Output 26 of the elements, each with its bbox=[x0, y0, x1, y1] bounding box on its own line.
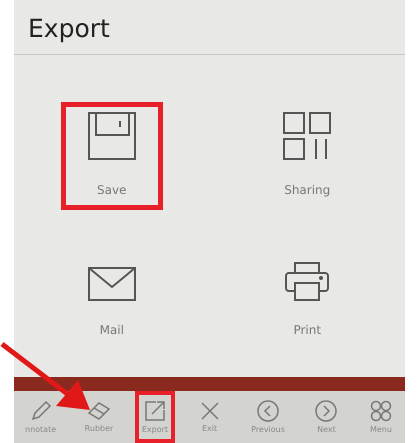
option-label: Sharing bbox=[284, 183, 330, 197]
printer-icon bbox=[285, 261, 330, 301]
close-icon bbox=[200, 401, 220, 421]
option-label: Mail bbox=[100, 323, 124, 337]
eraser-icon bbox=[86, 401, 111, 421]
option-label: Save bbox=[97, 183, 126, 197]
toolbar-button[interactable]: Export bbox=[134, 391, 176, 443]
pencil-icon bbox=[30, 400, 52, 422]
toolbar-button[interactable]: nnotate bbox=[18, 391, 64, 443]
toolbar-button[interactable]: Previous bbox=[244, 391, 292, 443]
export-option[interactable]: Sharing bbox=[256, 102, 358, 210]
forward-circle-icon bbox=[315, 400, 338, 422]
toolbar-button[interactable]: Rubber bbox=[78, 391, 120, 443]
export-icon bbox=[144, 400, 166, 422]
menu-icon bbox=[370, 400, 392, 422]
export-option[interactable]: Save bbox=[60, 102, 163, 210]
export-option[interactable]: Mail bbox=[60, 242, 163, 350]
panel-title: Export bbox=[27, 13, 111, 45]
back-circle-icon bbox=[257, 400, 279, 422]
option-label: Print bbox=[293, 323, 322, 337]
toolbar-button[interactable]: Menu bbox=[360, 391, 401, 443]
export-option[interactable]: Print bbox=[256, 242, 358, 350]
toolbar-button[interactable]: Next bbox=[306, 391, 346, 443]
envelope-icon bbox=[88, 267, 136, 301]
toolbar-button[interactable]: Exit bbox=[190, 391, 230, 443]
grid-icon bbox=[282, 111, 332, 161]
